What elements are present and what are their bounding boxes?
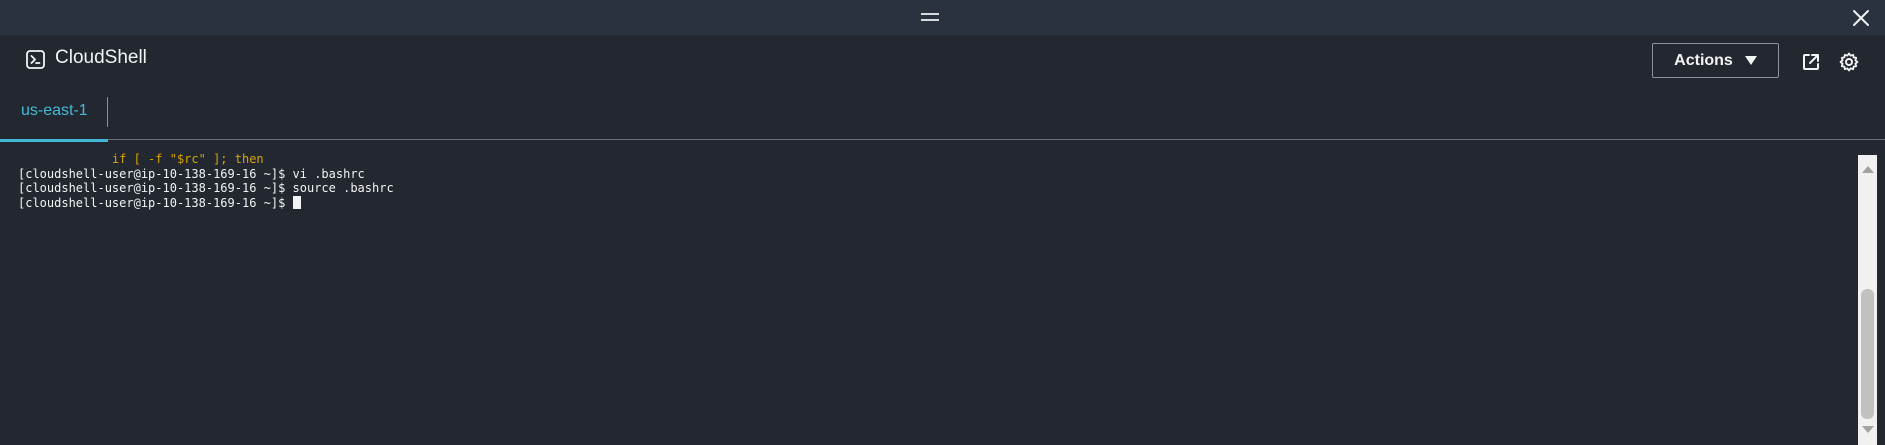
caret-down-icon (1744, 56, 1757, 65)
drag-handle-icon[interactable] (921, 13, 939, 23)
active-tab-indicator (0, 139, 108, 142)
app-title: CloudShell (55, 47, 147, 68)
region-tabs: us-east-1 (0, 85, 1885, 142)
terminal-cursor (292, 195, 301, 209)
tab-label: us-east-1 (21, 102, 88, 119)
actions-button[interactable]: Actions (1652, 43, 1779, 78)
scroll-up-icon[interactable] (1862, 166, 1874, 173)
terminal-icon (26, 50, 45, 69)
tab-us-east-1[interactable]: us-east-1 (0, 85, 108, 142)
partial-script-text: if [ -f "$rc" ]; then (111, 152, 264, 166)
window-top-strip (0, 0, 1885, 35)
terminal-scrollbar[interactable] (1858, 155, 1877, 445)
tab-divider (107, 97, 108, 127)
terminal-prompt: [cloudshell-user@ip-10-138-169-16 ~]$ (18, 195, 293, 210)
terminal-partial-line: if [ -f "$rc" ]; then (18, 152, 1858, 167)
close-icon[interactable] (1850, 7, 1872, 29)
actions-button-label: Actions (1674, 51, 1733, 69)
terminal-line: [cloudshell-user@ip-10-138-169-16 ~]$ vi… (18, 166, 365, 181)
gear-icon[interactable] (1838, 51, 1860, 73)
scroll-down-icon[interactable] (1862, 426, 1874, 433)
external-link-icon[interactable] (1800, 51, 1822, 73)
scrollbar-thumb[interactable] (1861, 289, 1874, 419)
terminal-output[interactable]: if [ -f "$rc" ]; then [cloudshell-user@ip… (0, 152, 1858, 445)
terminal-prompt-line: [cloudshell-user@ip-10-138-169-16 ~]$ (18, 195, 1858, 211)
cloudshell-header: CloudShell Actions (0, 35, 1885, 85)
terminal-line: [cloudshell-user@ip-10-138-169-16 ~]$ so… (18, 181, 394, 196)
